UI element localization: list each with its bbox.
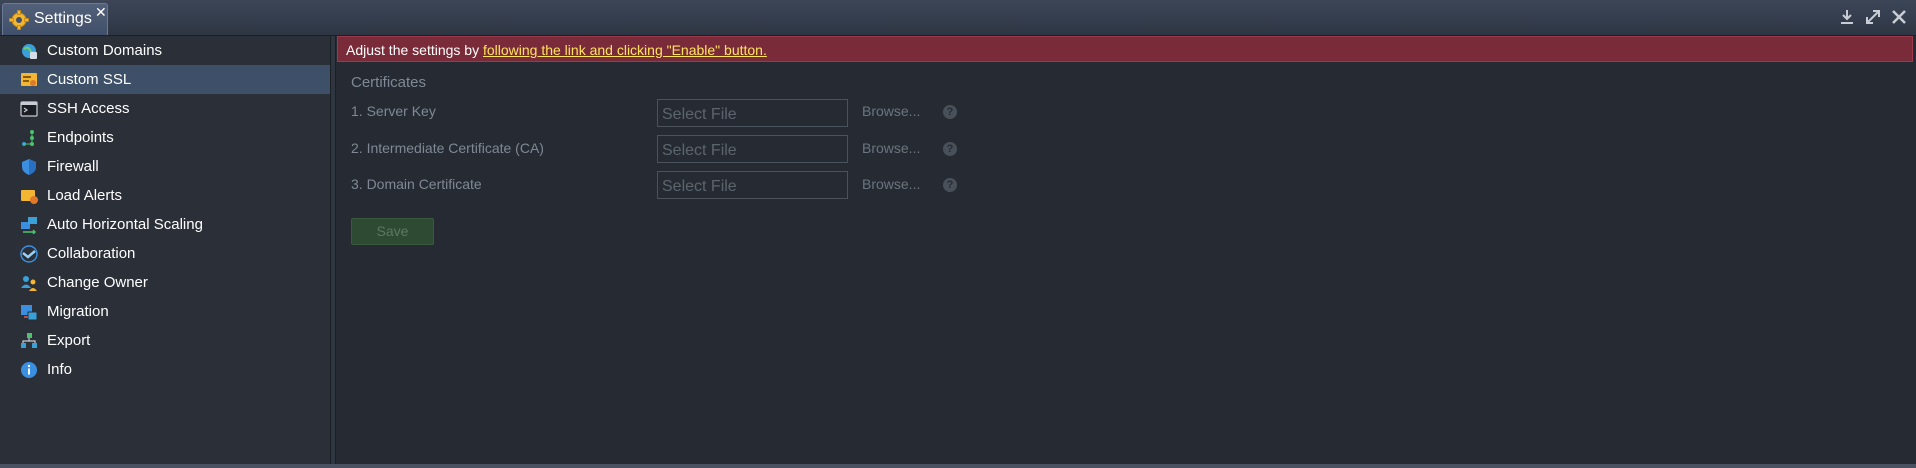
- intermediate-certificate-label: 2. Intermediate Certificate (CA): [351, 140, 544, 156]
- bottom-scrollbar[interactable]: [0, 464, 1916, 468]
- export-icon: [21, 333, 37, 348]
- ssl-panel: Adjust the settings by following the lin…: [337, 36, 1916, 464]
- server-key-file-input[interactable]: [657, 99, 848, 127]
- sidebar-item-custom-ssl[interactable]: Custom SSL: [0, 65, 330, 94]
- section-title: Certificates: [351, 74, 427, 91]
- sidebar-item-label: Info: [47, 361, 73, 378]
- intermediate-certificate-help-icon[interactable]: ?: [943, 142, 957, 156]
- domain-certificate-help-icon[interactable]: ?: [943, 178, 957, 192]
- handshake-icon: [20, 245, 38, 263]
- server-key-browse-button[interactable]: Browse...: [862, 103, 920, 119]
- scaling-icon: [21, 217, 37, 234]
- panel-splitter[interactable]: [330, 36, 336, 464]
- window-titlebar: Settings ✕: [0, 0, 1916, 36]
- domain-certificate-label: 3. Domain Certificate: [351, 176, 482, 192]
- intermediate-certificate-file-input[interactable]: [657, 135, 848, 163]
- server-key-help-icon[interactable]: ?: [943, 105, 957, 119]
- tab-title: Settings: [34, 10, 92, 27]
- save-button[interactable]: Save: [351, 218, 434, 245]
- sidebar-item-label: Collaboration: [47, 245, 136, 262]
- sidebar-item-label: Load Alerts: [47, 187, 123, 204]
- tab-close-icon[interactable]: ✕: [95, 5, 107, 19]
- gear-icon: [9, 10, 29, 30]
- close-icon[interactable]: [1890, 8, 1908, 26]
- sidebar-item-ssh-access[interactable]: SSH Access: [0, 94, 330, 123]
- sidebar-item-change-owner[interactable]: Change Owner: [0, 268, 330, 297]
- sidebar-item-custom-domains[interactable]: Custom Domains: [0, 36, 330, 65]
- domain-certificate-browse-button[interactable]: Browse...: [862, 176, 920, 192]
- sidebar-item-migration[interactable]: Migration: [0, 297, 330, 326]
- shield-icon: [22, 159, 36, 175]
- sidebar-item-label: Firewall: [47, 158, 99, 175]
- alert-banner: Adjust the settings by following the lin…: [337, 36, 1913, 62]
- alert-text: Adjust the settings by: [346, 42, 483, 58]
- sidebar: Custom Domains Custom SSL SSH Access End…: [0, 36, 331, 464]
- sidebar-item-export[interactable]: Export: [0, 326, 330, 355]
- info-icon: [21, 362, 37, 378]
- users-icon: [21, 276, 37, 291]
- sidebar-item-label: SSH Access: [47, 100, 130, 117]
- enable-link[interactable]: following the link and clicking "Enable"…: [483, 42, 767, 58]
- tab-settings[interactable]: Settings ✕: [2, 3, 108, 35]
- sidebar-item-firewall[interactable]: Firewall: [0, 152, 330, 181]
- sidebar-item-load-alerts[interactable]: Load Alerts: [0, 181, 330, 210]
- sidebar-item-info[interactable]: Info: [0, 355, 330, 384]
- sidebar-item-label: Custom SSL: [47, 71, 132, 88]
- sidebar-item-label: Change Owner: [47, 274, 148, 291]
- endpoints-icon: [22, 130, 34, 146]
- globe-icon: [22, 44, 37, 59]
- intermediate-certificate-browse-button[interactable]: Browse...: [862, 140, 920, 156]
- terminal-icon: [20, 101, 38, 117]
- download-icon[interactable]: [1838, 8, 1856, 26]
- server-key-label: 1. Server Key: [351, 103, 436, 119]
- domain-certificate-file-input[interactable]: [657, 171, 848, 199]
- sidebar-item-label: Export: [47, 332, 91, 349]
- window-tools: [1838, 8, 1908, 26]
- sidebar-item-label: Custom Domains: [47, 42, 163, 59]
- alert-icon: [21, 190, 38, 204]
- sidebar-item-label: Endpoints: [47, 129, 114, 146]
- sidebar-item-auto-horizontal-scaling[interactable]: Auto Horizontal Scaling: [0, 210, 330, 239]
- expand-icon[interactable]: [1864, 8, 1882, 26]
- sidebar-item-collaboration[interactable]: Collaboration: [0, 239, 330, 268]
- sidebar-item-label: Migration: [47, 303, 109, 320]
- migration-icon: [21, 305, 38, 321]
- sidebar-item-endpoints[interactable]: Endpoints: [0, 123, 330, 152]
- ssl-certificate-icon: [21, 73, 37, 86]
- sidebar-item-label: Auto Horizontal Scaling: [47, 216, 203, 233]
